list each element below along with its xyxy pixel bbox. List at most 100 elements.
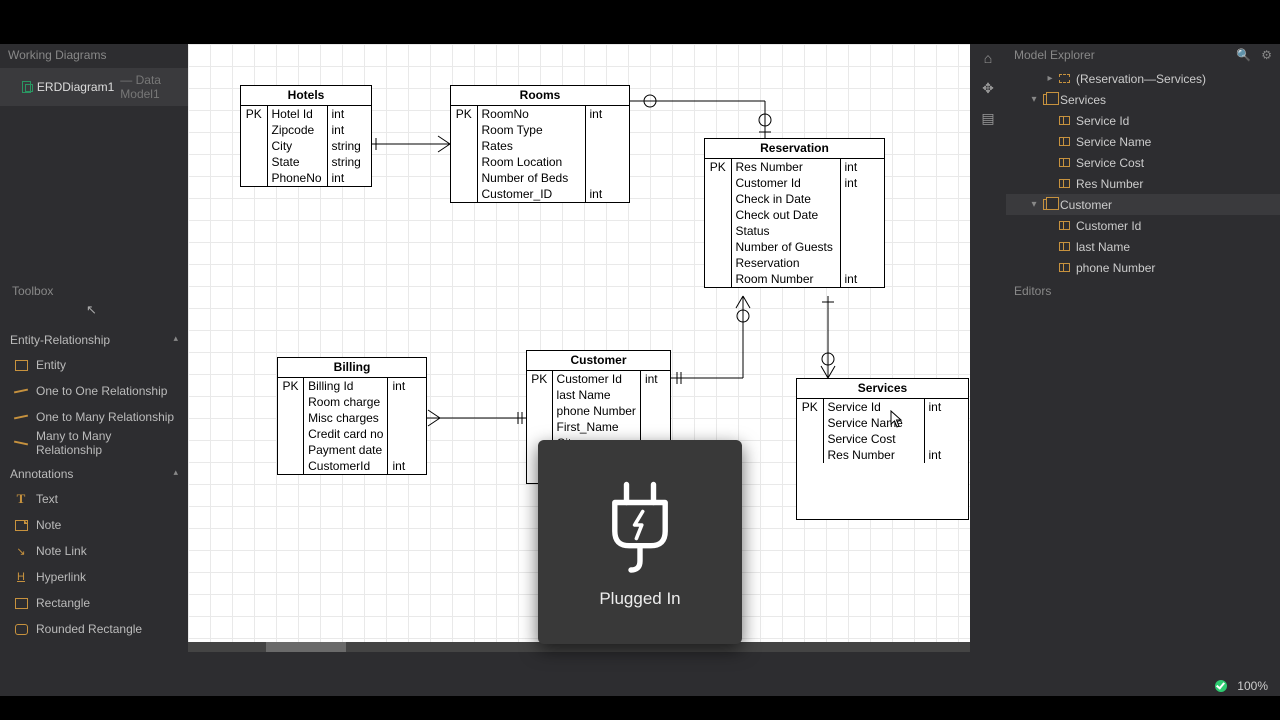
entity-hotels[interactable]: HotelsPKHotel IdintZipcodeintCitystringS… <box>240 85 372 187</box>
entity-row[interactable]: Room charge <box>278 394 426 410</box>
entity-row[interactable]: Check out Date <box>705 207 884 223</box>
entity-row[interactable]: Misc charges <box>278 410 426 426</box>
fit-view-icon[interactable]: ✥ <box>974 80 1002 104</box>
entity-row[interactable]: CustomerIdint <box>278 458 426 474</box>
pk-cell <box>278 458 304 474</box>
entity-row[interactable]: Payment date <box>278 442 426 458</box>
working-diagram-item[interactable]: ERDDiagram1 — Data Model1 <box>0 68 188 106</box>
entity-title[interactable]: Reservation <box>705 139 884 159</box>
toolbox-item[interactable]: Note <box>0 512 188 538</box>
tree-node[interactable]: Service Id <box>1006 110 1280 131</box>
entity-row[interactable]: Citystring <box>241 138 371 154</box>
toolbox-item[interactable]: TText <box>0 486 188 512</box>
pointer-tool-icon[interactable]: ↖ <box>86 302 100 316</box>
expand-icon[interactable]: ▸ <box>1044 73 1056 84</box>
tree-node[interactable]: ▸(Reservation—Services) <box>1006 68 1280 89</box>
entity-row[interactable]: last Name <box>527 387 670 403</box>
entity-row[interactable]: Number of Beds <box>451 170 629 186</box>
tree-node[interactable]: Service Cost <box>1006 152 1280 173</box>
tree-node[interactable]: phone Number <box>1006 257 1280 278</box>
entity-row[interactable]: Room Type <box>451 122 629 138</box>
home-view-icon[interactable]: ⌂ <box>974 50 1002 74</box>
col-type: int <box>585 106 629 122</box>
pk-cell <box>241 122 267 138</box>
entity-row[interactable]: PKCustomer Idint <box>527 371 670 387</box>
zoom-level[interactable]: 100% <box>1237 679 1268 693</box>
entity-title[interactable]: Billing <box>278 358 426 378</box>
entity-row[interactable]: phone Number <box>527 403 670 419</box>
left-panel: Working Diagrams ERDDiagram1 — Data Mode… <box>0 44 188 676</box>
entity-reservation[interactable]: ReservationPKRes NumberintCustomer Idint… <box>704 138 885 288</box>
col-name: phone Number <box>552 403 640 419</box>
toolbox-item[interactable]: Rounded Rectangle <box>0 616 188 642</box>
toolbox-item[interactable]: Entity <box>0 352 188 378</box>
pk-cell <box>705 175 731 191</box>
col-type <box>840 255 884 271</box>
tree-node[interactable]: last Name <box>1006 236 1280 257</box>
entity-services[interactable]: ServicesPKService IdintService NameServi… <box>796 378 969 520</box>
tool-icon <box>14 436 28 450</box>
tree-node[interactable]: Res Number <box>1006 173 1280 194</box>
settings-icon[interactable]: ⚙ <box>1261 48 1272 62</box>
entity-row[interactable]: Res Numberint <box>797 447 968 463</box>
model-tree[interactable]: ▸(Reservation—Services)▾ServicesService … <box>1006 66 1280 280</box>
entity-row[interactable]: Statestring <box>241 154 371 170</box>
collapse-icon: ▴ <box>173 467 178 481</box>
entity-rooms[interactable]: RoomsPKRoomNointRoom TypeRatesRoom Locat… <box>450 85 630 203</box>
col-name: Service Name <box>823 415 924 431</box>
entity-row[interactable]: Service Name <box>797 415 968 431</box>
toolbox-item[interactable]: ↘Note Link <box>0 538 188 564</box>
entity-row[interactable]: Number of Guests <box>705 239 884 255</box>
toolbox-item[interactable]: One to Many Relationship <box>0 404 188 430</box>
tree-node[interactable]: Customer Id <box>1006 215 1280 236</box>
col-type <box>924 415 968 431</box>
col-name: Check out Date <box>731 207 840 223</box>
expand-icon[interactable]: ▾ <box>1028 94 1040 105</box>
grid-view-icon[interactable]: ▤ <box>974 110 1002 134</box>
tool-icon <box>14 596 28 610</box>
tree-node[interactable]: ▾Services <box>1006 89 1280 110</box>
tree-node[interactable]: ▾Customer <box>1006 194 1280 215</box>
entity-row[interactable]: Room Numberint <box>705 271 884 287</box>
section-annotations[interactable]: Annotations ▴ <box>0 462 188 486</box>
pk-cell: PK <box>797 399 823 415</box>
entity-row[interactable]: Customer_IDint <box>451 186 629 202</box>
expand-icon[interactable]: ▾ <box>1028 199 1040 210</box>
entity-row[interactable]: Status <box>705 223 884 239</box>
toolbox-item[interactable]: Many to Many Relationship <box>0 430 188 456</box>
entity-title[interactable]: Hotels <box>241 86 371 106</box>
entity-row[interactable]: Reservation <box>705 255 884 271</box>
entity-row[interactable]: PKHotel Idint <box>241 106 371 122</box>
section-entity-relationship[interactable]: Entity-Relationship ▴ <box>0 328 188 352</box>
entity-row[interactable]: PKRes Numberint <box>705 159 884 175</box>
entity-row[interactable]: First_Name <box>527 419 670 435</box>
entity-row[interactable]: Check in Date <box>705 191 884 207</box>
column-node-icon <box>1059 263 1070 272</box>
toolbox-item[interactable]: Rectangle <box>0 590 188 616</box>
entity-title[interactable]: Customer <box>527 351 670 371</box>
col-name: Payment date <box>304 442 388 458</box>
search-icon[interactable]: 🔍 <box>1236 48 1251 62</box>
entity-row[interactable]: Credit card no <box>278 426 426 442</box>
entity-title[interactable]: Rooms <box>451 86 629 106</box>
col-type <box>388 442 426 458</box>
entity-row[interactable]: Service Cost <box>797 431 968 447</box>
entity-row[interactable]: PKService Idint <box>797 399 968 415</box>
entity-row[interactable]: PKRoomNoint <box>451 106 629 122</box>
entity-row[interactable]: PKBilling Idint <box>278 378 426 394</box>
entity-title[interactable]: Services <box>797 379 968 399</box>
pk-cell <box>797 415 823 431</box>
pk-cell <box>278 426 304 442</box>
pk-cell <box>797 447 823 463</box>
entity-row[interactable]: Zipcodeint <box>241 122 371 138</box>
entity-row[interactable]: Room Location <box>451 154 629 170</box>
entity-row[interactable]: Customer Idint <box>705 175 884 191</box>
toolbox-item[interactable]: HHyperlink <box>0 564 188 590</box>
entity-row[interactable]: PhoneNoint <box>241 170 371 186</box>
entity-billing[interactable]: BillingPKBilling IdintRoom chargeMisc ch… <box>277 357 427 475</box>
entity-row[interactable]: Rates <box>451 138 629 154</box>
scrollbar-thumb[interactable] <box>266 642 346 652</box>
toolbox-item[interactable]: One to One Relationship <box>0 378 188 404</box>
tree-node[interactable]: Service Name <box>1006 131 1280 152</box>
col-name: Service Cost <box>823 431 924 447</box>
